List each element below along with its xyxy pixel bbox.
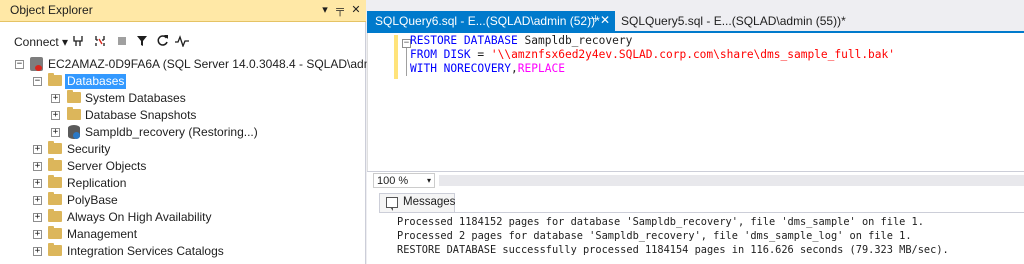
polybase-label: PolyBase [67, 193, 118, 207]
tree-node-server-objects[interactable]: + Server Objects [0, 158, 366, 175]
divider [379, 212, 1024, 213]
zoom-value: 100 % [377, 175, 409, 187]
system-databases-label: System Databases [85, 91, 186, 105]
object-explorer-panel: Object Explorer ▾ ╤ ✕ Connect ▾ − EC2AMA… [0, 0, 387, 264]
tab-sqlquery6[interactable]: SQLQuery6.sql - E...(SQLAD\admin (52))* … [367, 11, 615, 31]
horizontal-scrollbar[interactable] [439, 175, 1024, 186]
tree-node-security[interactable]: + Security [0, 141, 366, 158]
expand-icon[interactable]: + [33, 230, 42, 239]
keyword: WITH NORECOVERY [410, 62, 512, 75]
always-on-label: Always On High Availability [67, 210, 212, 224]
tree-node-databases[interactable]: − Databases [0, 73, 366, 90]
database-restoring-icon [68, 125, 80, 139]
tab-sqlquery5[interactable]: SQLQuery5.sql - E...(SQLAD\admin (55))* [619, 11, 879, 31]
tree-node-polybase[interactable]: + PolyBase [0, 192, 366, 209]
option-keyword: REPLACE [517, 62, 565, 75]
collapse-icon[interactable]: − [15, 60, 24, 69]
connect-button[interactable]: Connect ▾ [14, 35, 68, 49]
folder-icon [48, 141, 62, 154]
replication-label: Replication [67, 176, 127, 190]
code-line-3: WITH NORECOVERY,REPLACE [410, 61, 565, 77]
outline-bar [406, 48, 407, 76]
message-line: Processed 2 pages for database 'Sampldb_… [397, 230, 912, 242]
document-tab-strip: SQLQuery6.sql - E...(SQLAD\admin (52))* … [367, 11, 1024, 31]
folder-icon [48, 73, 62, 86]
tab-messages[interactable]: Messages [379, 193, 455, 212]
pin-tab-icon[interactable]: ⊣ [588, 14, 597, 25]
tab-sqlquery6-label: SQLQuery6.sql - E...(SQLAD\admin (52))* [375, 14, 600, 28]
expand-icon[interactable]: + [33, 162, 42, 171]
close-tab-icon[interactable]: ✕ [600, 13, 610, 27]
management-label: Management [67, 227, 138, 241]
identifier: Sampldb_recovery [524, 34, 633, 47]
zoom-dropdown[interactable]: 100 % ▾ [373, 173, 435, 188]
folder-icon [48, 158, 62, 171]
connect-icon[interactable] [70, 34, 86, 52]
expand-icon[interactable]: + [33, 247, 42, 256]
chevron-down-icon: ▾ [426, 176, 431, 185]
folder-icon [48, 226, 62, 239]
expand-icon[interactable]: + [33, 213, 42, 222]
folder-icon [48, 209, 62, 222]
tab-sqlquery5-label: SQLQuery5.sql - E...(SQLAD\admin (55))* [621, 14, 846, 28]
expand-icon[interactable]: + [51, 128, 60, 137]
message-icon [386, 197, 398, 211]
filter-icon[interactable] [134, 34, 150, 52]
folder-icon [48, 243, 62, 256]
tree-node-management[interactable]: + Management [0, 226, 366, 243]
activity-monitor-icon[interactable] [174, 34, 190, 52]
expand-icon[interactable]: + [51, 111, 60, 120]
database-snapshots-label: Database Snapshots [85, 108, 197, 122]
expand-icon[interactable]: + [51, 94, 60, 103]
string-literal: '\\amznfsx6ed2y4ev.SQLAD.corp.com\share\… [490, 48, 896, 61]
sampldb-recovery-label: Sampldb_recovery (Restoring...) [85, 125, 258, 139]
message-line: Processed 1184152 pages for database 'Sa… [397, 216, 924, 228]
keyword: RESTORE DATABASE [410, 34, 518, 47]
editor-status-bar: 100 % ▾ [367, 171, 1024, 188]
object-explorer-toolbar: Connect ▾ [0, 33, 366, 53]
folder-icon [67, 90, 81, 103]
tree-node-server[interactable]: − EC2AMAZ-0D9FA6A (SQL Server 14.0.3048.… [0, 56, 387, 73]
query-editor[interactable]: − RESTORE DATABASE Sampldb_recovery FROM… [367, 33, 1024, 171]
close-icon[interactable]: ✕ [349, 2, 363, 18]
server-icon [30, 57, 43, 71]
operator: = [477, 48, 485, 61]
refresh-icon[interactable] [154, 34, 170, 52]
folder-icon [48, 175, 62, 188]
security-label: Security [67, 142, 111, 156]
folder-icon [67, 107, 81, 120]
expand-icon[interactable]: + [33, 179, 42, 188]
messages-tab-label: Messages [403, 196, 456, 208]
disconnect-icon[interactable] [92, 34, 108, 52]
tree-node-database-snapshots[interactable]: + Database Snapshots [0, 107, 366, 124]
server-label: EC2AMAZ-0D9FA6A (SQL Server 14.0.3048.4 … [48, 57, 388, 71]
window-position-dropdown-icon[interactable]: ▾ [318, 2, 332, 18]
databases-label: Databases [65, 74, 127, 89]
message-line: RESTORE DATABASE successfully processed … [397, 244, 949, 256]
integration-services-label: Integration Services Catalogs [67, 244, 224, 258]
folder-icon [48, 192, 62, 205]
comma: , [511, 62, 518, 75]
expand-icon[interactable]: + [33, 145, 42, 154]
changed-lines-marker [394, 35, 398, 79]
object-explorer-titlebar: Object Explorer ▾ ╤ ✕ [0, 0, 366, 22]
tree-node-sampldb-recovery[interactable]: + Sampldb_recovery (Restoring...) [0, 124, 366, 141]
expand-icon[interactable]: + [33, 196, 42, 205]
keyword: FROM DISK [410, 48, 471, 61]
object-explorer-title: Object Explorer [10, 3, 93, 17]
tree-node-replication[interactable]: + Replication [0, 175, 366, 192]
tree-node-integration-services[interactable]: + Integration Services Catalogs [0, 243, 366, 260]
results-pane: Messages Processed 1184152 pages for dat… [367, 188, 1024, 264]
tree-node-always-on[interactable]: + Always On High Availability [0, 209, 366, 226]
collapse-icon[interactable]: − [33, 77, 42, 86]
connect-label: Connect [14, 35, 59, 49]
stop-icon[interactable] [114, 34, 130, 52]
server-objects-label: Server Objects [67, 159, 147, 173]
auto-hide-pin-icon[interactable]: ╤ [333, 2, 347, 18]
tree-node-system-databases[interactable]: + System Databases [0, 90, 366, 107]
